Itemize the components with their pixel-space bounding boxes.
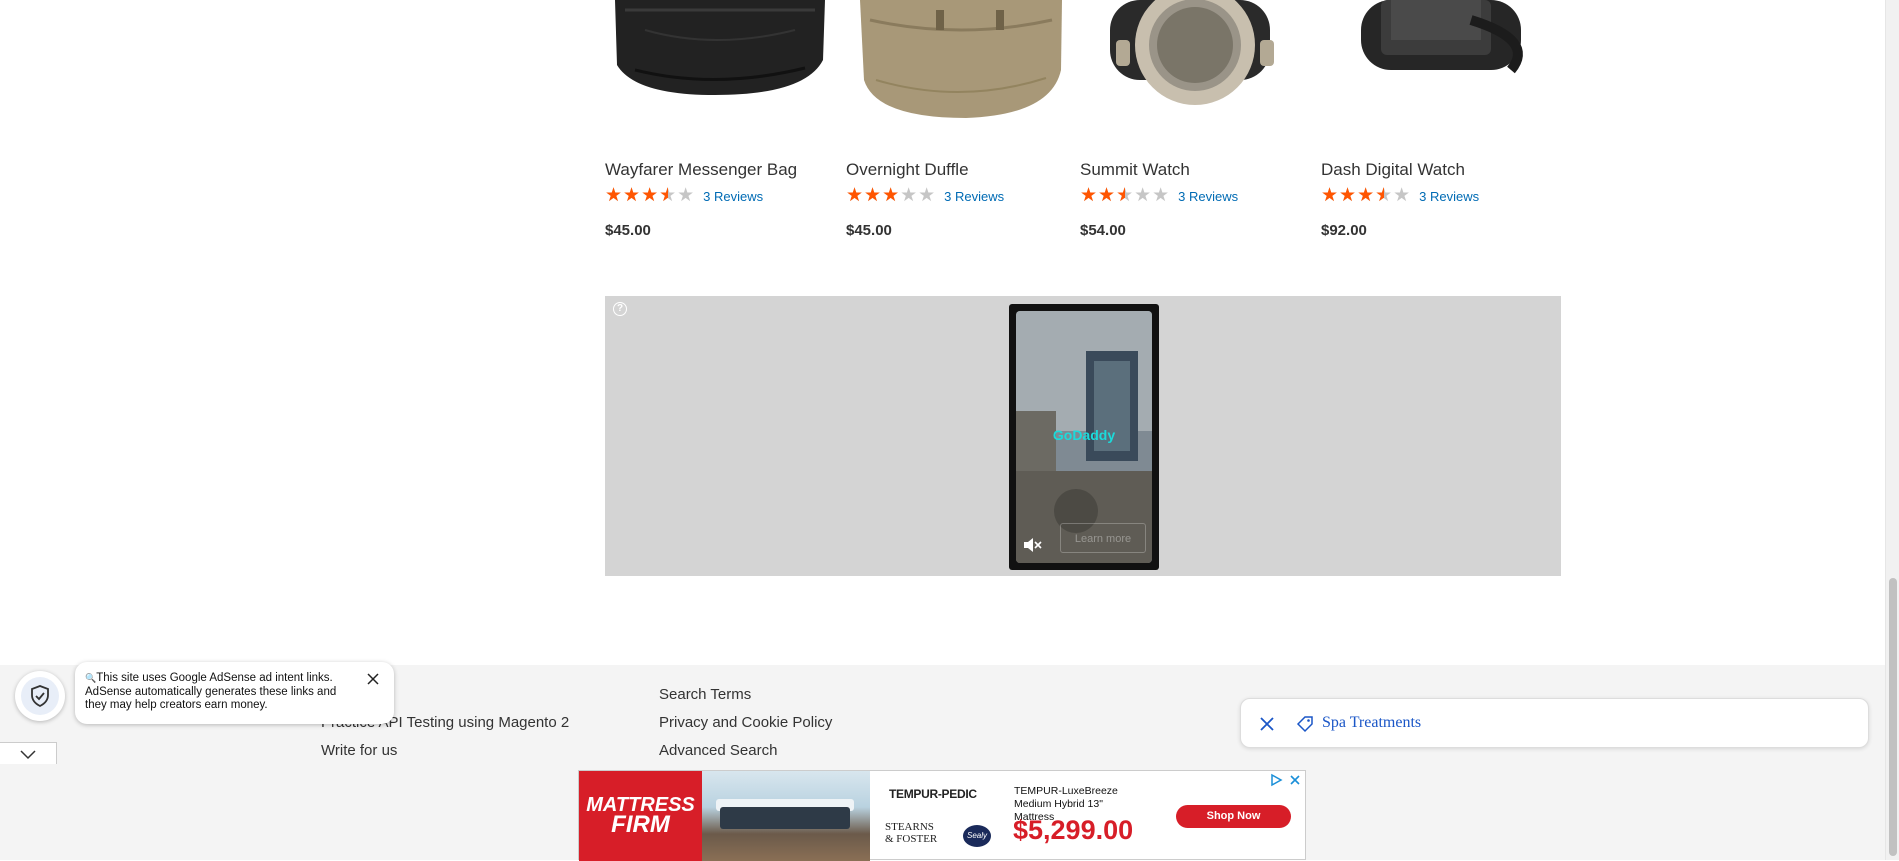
video-ad-block: ? GoDaddy Learn more	[605, 296, 1561, 576]
shop-now-button[interactable]: Shop Now	[1176, 805, 1291, 828]
stearns-foster-logo: STEARNS & FOSTER	[885, 821, 937, 845]
sealy-logo: Sealy	[963, 825, 991, 847]
reviews-link[interactable]: 3 Reviews	[944, 189, 1004, 204]
logo-line: FIRM	[611, 811, 670, 838]
rating-stars: ★★★★★ ★★★★★	[846, 185, 937, 206]
footer-link[interactable]: Write for us	[321, 742, 397, 759]
product-price: $54.00	[1080, 222, 1126, 239]
rating-stars: ★★★★★ ★★★★★	[1321, 185, 1412, 206]
video-ad-card[interactable]: GoDaddy Learn more	[1009, 304, 1159, 570]
tag-icon	[1296, 716, 1313, 733]
chevron-down-icon	[20, 750, 36, 760]
banner-price: $5,299.00	[1013, 815, 1134, 845]
rating-fill: ★★★★★	[1321, 186, 1384, 206]
chip-label[interactable]: Spa Treatments	[1322, 714, 1421, 732]
mattress-firm-logo: MATTRESS FIRM	[579, 771, 702, 861]
notice-text: This site uses Google AdSense ad intent …	[85, 672, 337, 711]
rating-fill: ★★★★★	[846, 186, 901, 206]
product-name-link[interactable]: Overnight Duffle	[846, 160, 969, 180]
duffle-bag-image[interactable]	[846, 0, 1076, 140]
logo-line: STEARNS	[885, 821, 934, 833]
footer-link[interactable]: Search Terms	[659, 686, 751, 703]
product-price: $45.00	[605, 222, 651, 239]
product-rating: ★★★★★ ★★★★★ 3 Reviews	[1321, 186, 1479, 206]
adchoices-icon[interactable]	[1269, 773, 1283, 787]
ad-info-icon[interactable]: ?	[613, 302, 627, 316]
summit-watch-image[interactable]	[1080, 0, 1310, 140]
footer-link[interactable]: Privacy and Cookie Policy	[659, 714, 832, 731]
product-name-link[interactable]: Dash Digital Watch	[1321, 160, 1465, 180]
product-price: $45.00	[846, 222, 892, 239]
tempur-pedic-logo: TEMPUR-PEDIC	[889, 787, 977, 801]
page-scrollbar[interactable]	[1885, 0, 1899, 860]
digital-watch-image[interactable]	[1321, 0, 1551, 140]
privacy-shield-button[interactable]	[15, 671, 65, 721]
rating-stars: ★★★★★ ★★★★★	[605, 185, 696, 206]
messenger-bag-image[interactable]	[605, 0, 835, 140]
mattress-image	[702, 771, 870, 861]
rating-fill: ★★★★★	[1080, 186, 1125, 206]
adsense-notice: 🔍This site uses Google AdSense ad intent…	[75, 662, 394, 724]
product-rating: ★★★★★ ★★★★★ 3 Reviews	[605, 186, 763, 206]
product-name-link[interactable]: Summit Watch	[1080, 160, 1190, 180]
mute-icon[interactable]	[1022, 537, 1042, 553]
reviews-link[interactable]: 3 Reviews	[1419, 189, 1479, 204]
product-rating: ★★★★★ ★★★★★ 3 Reviews	[1080, 186, 1238, 206]
notice-body: 🔍This site uses Google AdSense ad intent…	[85, 672, 355, 713]
ad-intent-search-chip[interactable]: Spa Treatments	[1240, 698, 1869, 748]
reviews-link[interactable]: 3 Reviews	[703, 189, 763, 204]
scrollbar-thumb[interactable]	[1889, 578, 1897, 856]
close-icon[interactable]	[366, 672, 380, 686]
learn-more-button[interactable]: Learn more	[1060, 523, 1146, 553]
product-name-link[interactable]: Wayfarer Messenger Bag	[605, 160, 797, 180]
bottom-banner-ad[interactable]: MATTRESS FIRM TEMPUR-PEDIC STEARNS & FOS…	[578, 770, 1306, 861]
close-icon[interactable]	[1259, 716, 1275, 732]
close-icon[interactable]	[1288, 773, 1302, 787]
video-frame[interactable]: GoDaddy Learn more	[1016, 311, 1152, 563]
footer-link[interactable]: Advanced Search	[659, 742, 777, 759]
product-price: $92.00	[1321, 222, 1367, 239]
collapse-button[interactable]	[0, 742, 57, 764]
logo-line: & FOSTER	[885, 833, 938, 845]
mattress-base	[720, 807, 850, 829]
rating-fill: ★★★★★	[605, 186, 668, 206]
shield-icon	[31, 685, 49, 708]
product-rating: ★★★★★ ★★★★★ 3 Reviews	[846, 186, 1004, 206]
reviews-link[interactable]: 3 Reviews	[1178, 189, 1238, 204]
godaddy-logo-text: GoDaddy	[1052, 427, 1116, 443]
rating-stars: ★★★★★ ★★★★★	[1080, 185, 1171, 206]
search-icon: 🔍	[85, 673, 97, 683]
product-grid: Wayfarer Messenger Bag ★★★★★ ★★★★★ 3 Rev…	[0, 0, 1880, 260]
